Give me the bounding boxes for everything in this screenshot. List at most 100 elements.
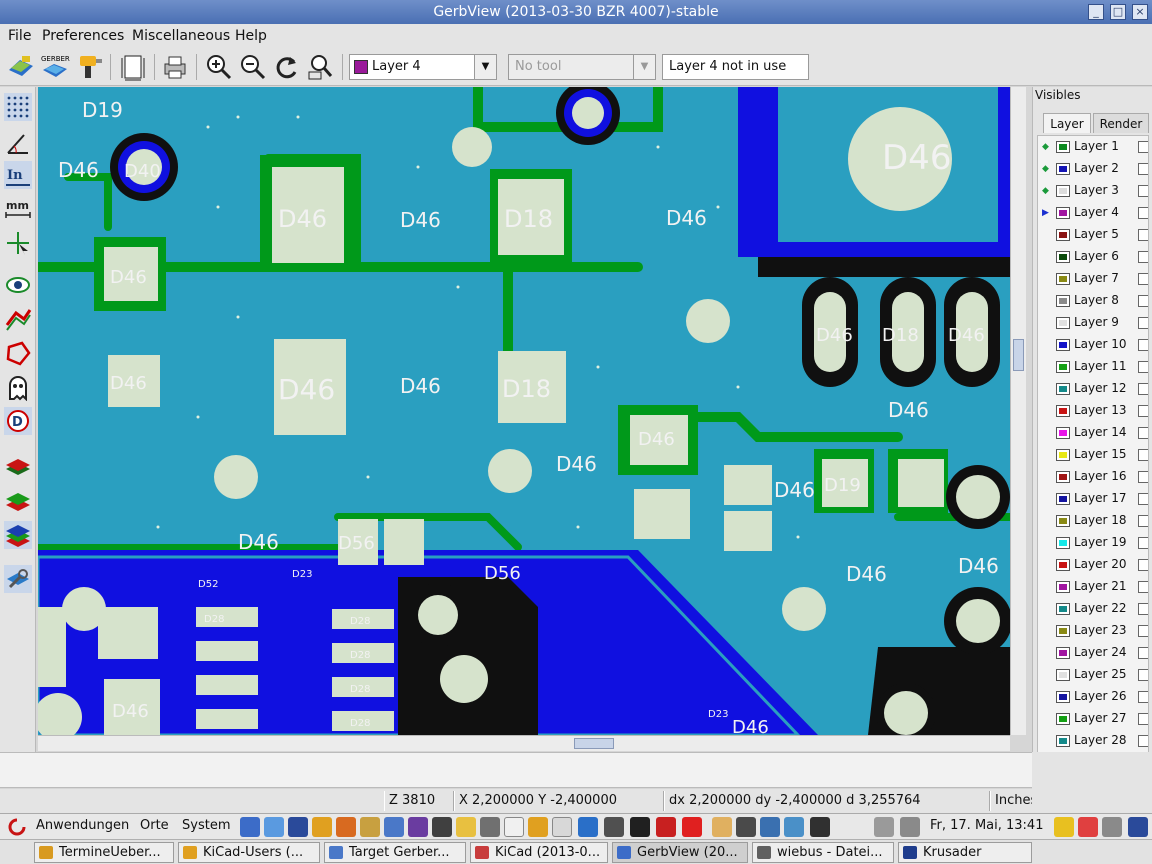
launcher-icon[interactable] [712,817,732,837]
layer-row[interactable]: Layer 24 [1038,642,1148,664]
layer-name[interactable]: Layer 9 [1074,315,1119,329]
layer-color-swatch[interactable] [1056,383,1070,395]
layer-name[interactable]: Layer 15 [1074,447,1127,461]
layer-row[interactable]: Layer 26 [1038,686,1148,708]
layer-row[interactable]: Layer 28 [1038,730,1148,752]
taskbar-button[interactable]: KiCad-Users (... [178,842,320,863]
layer-visibility-checkbox[interactable] [1138,141,1148,153]
scrollbar-thumb[interactable] [1013,339,1024,371]
layer-color-swatch[interactable] [1056,493,1070,505]
launcher-icon[interactable] [682,817,702,837]
launcher-icon[interactable] [736,817,756,837]
layer-name[interactable]: Layer 23 [1074,623,1127,637]
layer-visibility-checkbox[interactable] [1138,295,1148,307]
layer-visibility-checkbox[interactable] [1138,185,1148,197]
horizontal-scrollbar[interactable] [38,735,1010,751]
layer-row[interactable]: Layer 27 [1038,708,1148,730]
layer-stack-green-icon[interactable] [4,487,32,515]
layer-color-swatch[interactable] [1056,229,1070,241]
chevron-down-icon[interactable]: ▼ [474,55,496,79]
units-mm-icon[interactable]: mm [4,195,32,223]
clear-all-layers-icon[interactable] [6,52,36,82]
layer-visibility-checkbox[interactable] [1138,537,1148,549]
launcher-icon[interactable] [384,817,404,837]
layer-color-swatch[interactable] [1056,559,1070,571]
layer-name[interactable]: Layer 5 [1074,227,1119,241]
layer-visibility-checkbox[interactable] [1138,229,1148,241]
network-icon[interactable] [900,817,920,837]
units-inches-icon[interactable]: In [4,161,32,189]
layer-visibility-checkbox[interactable] [1138,581,1148,593]
layer-row[interactable]: Layer 15 [1038,444,1148,466]
launcher-icon[interactable] [456,817,476,837]
layer-visibility-checkbox[interactable] [1138,713,1148,725]
taskbar-button[interactable]: GerbView (20... [612,842,748,863]
layer-name[interactable]: Layer 6 [1074,249,1119,263]
layer-row[interactable]: Layer 12 [1038,378,1148,400]
layer-color-swatch[interactable] [1056,273,1070,285]
maximize-button[interactable]: □ [1110,4,1126,20]
layer-stack-blue-icon[interactable] [4,521,32,549]
launcher-icon[interactable] [504,817,524,837]
layer-visibility-checkbox[interactable] [1138,427,1148,439]
layer-color-swatch[interactable] [1056,361,1070,373]
layer-name[interactable]: Layer 20 [1074,557,1127,571]
load-gerber-icon[interactable]: GERBER [40,52,70,82]
layer-name[interactable]: Layer 24 [1074,645,1127,659]
layer-name[interactable]: Layer 18 [1074,513,1127,527]
layer-color-swatch[interactable] [1056,251,1070,263]
panel-menu-applications[interactable]: Anwendungen [36,818,129,833]
layer-name[interactable]: Layer 1 [1074,139,1119,153]
grid-toggle-icon[interactable] [4,93,32,121]
signal-icon[interactable] [1128,817,1148,837]
taskbar-button[interactable]: Krusader [898,842,1032,863]
launcher-icon[interactable] [480,817,500,837]
layer-color-swatch[interactable] [1056,141,1070,153]
layer-visibility-checkbox[interactable] [1138,735,1148,747]
launcher-icon[interactable] [528,817,548,837]
layer-name[interactable]: Layer 28 [1074,733,1127,747]
show-polygons-icon[interactable] [4,339,32,367]
zoom-fit-icon[interactable] [306,52,336,82]
layer-row[interactable]: Layer 22 [1038,598,1148,620]
alarm-clock-icon[interactable] [1078,817,1098,837]
launcher-icon[interactable] [810,817,830,837]
layer-name[interactable]: Layer 2 [1074,161,1119,175]
layer-color-swatch[interactable] [1056,691,1070,703]
layer-name[interactable]: Layer 19 [1074,535,1127,549]
layer-color-swatch[interactable] [1056,339,1070,351]
taskbar-button[interactable]: wiebus - Datei... [752,842,894,863]
layer-visibility-checkbox[interactable] [1138,669,1148,681]
layer-visibility-checkbox[interactable] [1138,339,1148,351]
menu-preferences[interactable]: Preferences [42,28,124,44]
layer-name[interactable]: Layer 14 [1074,425,1127,439]
layer-name[interactable]: Layer 16 [1074,469,1127,483]
layer-row[interactable]: Layer 25 [1038,664,1148,686]
layer-visibility-checkbox[interactable] [1138,559,1148,571]
layer-visibility-checkbox[interactable] [1138,603,1148,615]
layer-row[interactable]: Layer 11 [1038,356,1148,378]
panel-menu-places[interactable]: Orte [140,818,169,833]
layer-name[interactable]: Layer 4 [1074,205,1119,219]
layer-row[interactable]: Layer 16 [1038,466,1148,488]
layer-row[interactable]: Layer 13 [1038,400,1148,422]
layer-color-swatch[interactable] [1056,647,1070,659]
layer-row[interactable]: Layer 14 [1038,422,1148,444]
redraw-icon[interactable] [272,52,302,82]
distro-logo-icon[interactable] [8,818,26,836]
layer-visibility-checkbox[interactable] [1138,383,1148,395]
settings-icon[interactable] [1102,817,1122,837]
layer-visibility-checkbox[interactable] [1138,273,1148,285]
layer-name[interactable]: Layer 25 [1074,667,1127,681]
layer-visibility-checkbox[interactable] [1138,405,1148,417]
layer-name[interactable]: Layer 11 [1074,359,1127,373]
launcher-icon[interactable] [578,817,598,837]
launcher-icon[interactable] [432,817,452,837]
layer-color-swatch[interactable] [1056,713,1070,725]
minimize-button[interactable]: _ [1088,4,1104,20]
zoom-out-icon[interactable] [238,52,268,82]
zoom-in-icon[interactable] [204,52,234,82]
layer-name[interactable]: Layer 12 [1074,381,1127,395]
layer-name[interactable]: Layer 27 [1074,711,1127,725]
layer-row[interactable]: Layer 17 [1038,488,1148,510]
